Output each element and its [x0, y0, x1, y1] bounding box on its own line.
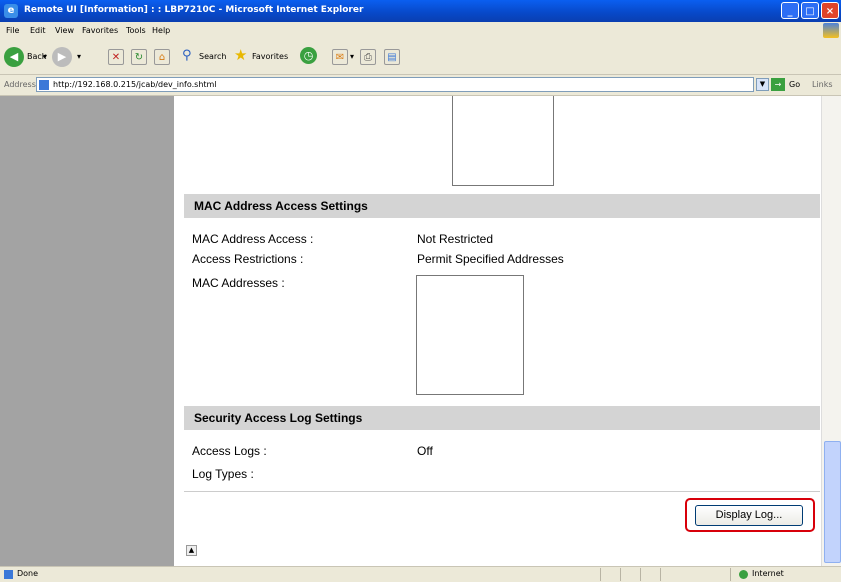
toolbar: ◀ Back ▾ ▶ ▾ ✕ ↻ ⌂ ⚲ Search ★ Favorites …	[0, 40, 841, 75]
access-restrictions-label: Access Restrictions :	[192, 252, 304, 266]
menu-view[interactable]: View	[55, 26, 74, 35]
left-navigation	[0, 96, 174, 566]
mac-addresses-label: MAC Addresses :	[192, 276, 285, 290]
done-page-icon	[4, 570, 13, 579]
back-dropdown-icon[interactable]: ▾	[43, 52, 47, 61]
menu-bar: File Edit View Favorites Tools Help	[0, 22, 841, 41]
status-text: Done	[17, 569, 39, 578]
back-icon[interactable]: ◀	[4, 47, 24, 67]
forward-icon[interactable]: ▶	[52, 47, 72, 67]
mac-access-label: MAC Address Access :	[192, 232, 314, 246]
windows-logo-icon	[823, 23, 839, 38]
zone-label: Internet	[752, 569, 784, 578]
maximize-button[interactable]: □	[801, 2, 819, 19]
main-panel: MAC Address Access Settings MAC Address …	[174, 96, 821, 566]
status-separator	[620, 568, 621, 581]
upper-address-listbox[interactable]	[452, 96, 554, 186]
address-input[interactable]: http://192.168.0.215/jcab/dev_info.shtml	[36, 77, 754, 92]
go-label[interactable]: Go	[789, 80, 800, 89]
mac-addresses-listbox[interactable]	[416, 275, 524, 395]
section-divider	[184, 491, 820, 492]
ie-icon: e	[4, 4, 18, 18]
access-logs-value: Off	[417, 444, 433, 458]
title-bar: e Remote UI [Information] : : LBP7210C -…	[0, 0, 841, 22]
page-icon	[39, 80, 49, 90]
links-label[interactable]: Links	[812, 80, 833, 89]
scroll-up-icon[interactable]: ▲	[186, 545, 197, 556]
address-url[interactable]: http://192.168.0.215/jcab/dev_info.shtml	[53, 80, 217, 89]
status-bar: Done Internet	[0, 566, 841, 582]
home-icon[interactable]: ⌂	[154, 49, 170, 65]
address-label: Address	[4, 80, 36, 89]
edit-icon[interactable]: ▤	[384, 49, 400, 65]
mail-dropdown-icon[interactable]: ▾	[350, 52, 354, 61]
status-separator	[660, 568, 661, 581]
status-separator	[730, 568, 731, 581]
page-content: MAC Address Access Settings MAC Address …	[0, 96, 821, 566]
address-bar: Address http://192.168.0.215/jcab/dev_in…	[0, 75, 841, 96]
menu-edit[interactable]: Edit	[30, 26, 46, 35]
search-label[interactable]: Search	[199, 52, 226, 61]
refresh-icon[interactable]: ↻	[131, 49, 147, 65]
status-separator	[600, 568, 601, 581]
log-section-heading: Security Access Log Settings	[184, 406, 820, 430]
print-icon[interactable]: ⎙	[360, 49, 376, 65]
menu-favorites[interactable]: Favorites	[82, 26, 118, 35]
scrollbar-thumb[interactable]	[824, 441, 841, 563]
stop-icon[interactable]: ✕	[108, 49, 124, 65]
close-button[interactable]: ×	[821, 2, 839, 19]
window-title: Remote UI [Information] : : LBP7210C - M…	[24, 5, 364, 15]
history-icon[interactable]: ◷	[300, 47, 317, 64]
access-restrictions-value: Permit Specified Addresses	[417, 252, 564, 266]
menu-tools[interactable]: Tools	[126, 26, 146, 35]
mac-section-heading: MAC Address Access Settings	[184, 194, 820, 218]
log-types-label: Log Types :	[192, 467, 254, 481]
go-icon[interactable]: →	[771, 78, 785, 91]
forward-dropdown-icon[interactable]: ▾	[77, 52, 81, 61]
search-icon[interactable]: ⚲	[182, 48, 192, 63]
menu-file[interactable]: File	[6, 26, 19, 35]
favorites-label[interactable]: Favorites	[252, 52, 288, 61]
minimize-button[interactable]: _	[781, 2, 799, 19]
vertical-scrollbar[interactable]	[821, 96, 841, 566]
mail-icon[interactable]: ✉	[332, 49, 348, 65]
access-logs-label: Access Logs :	[192, 444, 267, 458]
address-dropdown-icon[interactable]: ▼	[756, 78, 769, 91]
favorites-icon[interactable]: ★	[234, 46, 247, 64]
menu-help[interactable]: Help	[152, 26, 170, 35]
status-separator	[640, 568, 641, 581]
internet-zone-icon	[739, 570, 748, 579]
mac-access-value: Not Restricted	[417, 232, 494, 246]
display-log-button[interactable]: Display Log...	[695, 505, 803, 526]
